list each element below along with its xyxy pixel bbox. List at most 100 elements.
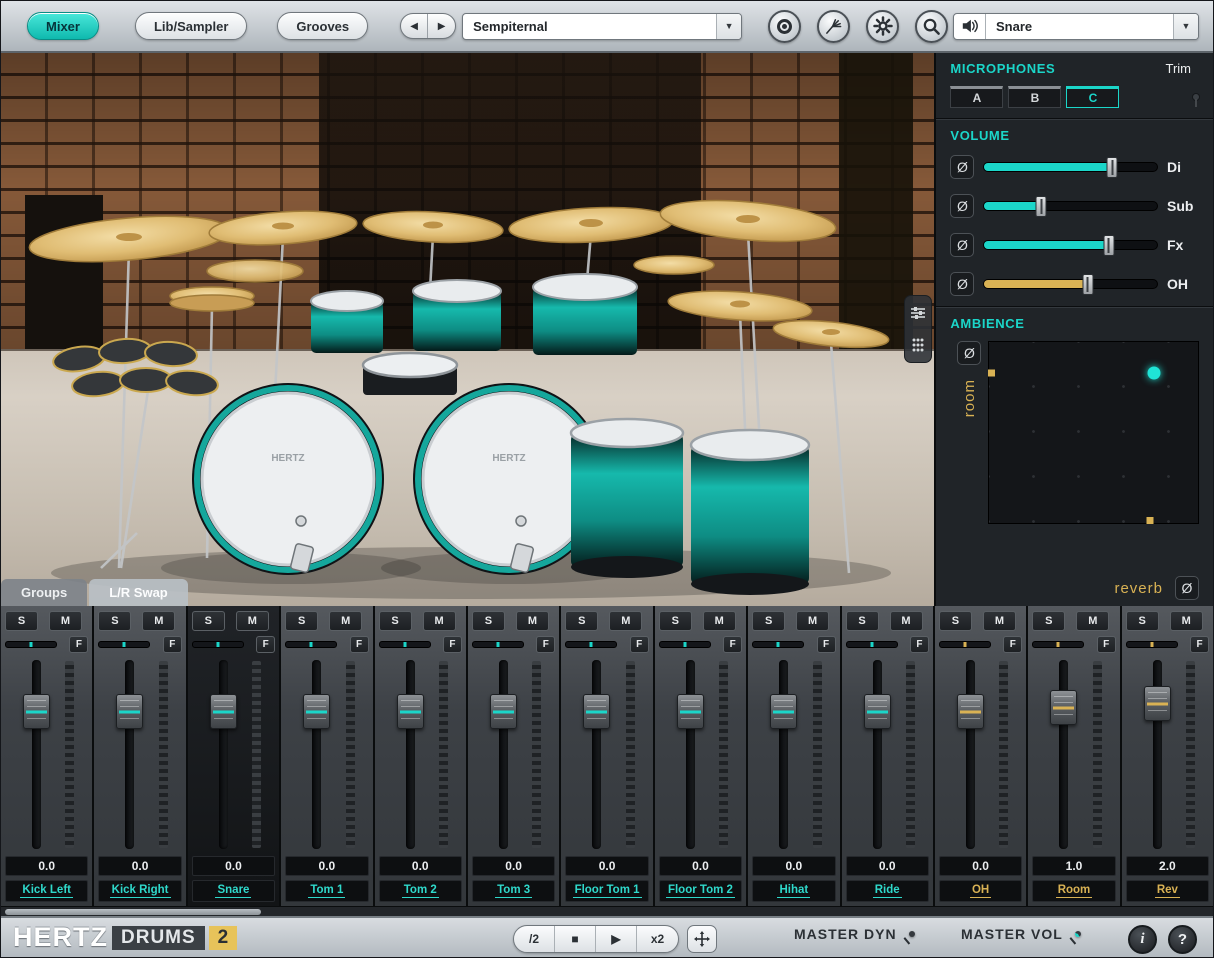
phase-button[interactable]: Ø bbox=[950, 272, 975, 296]
channel-name[interactable]: Kick Left bbox=[5, 880, 89, 902]
fx-button[interactable]: F bbox=[69, 636, 89, 653]
fader-handle[interactable] bbox=[209, 694, 237, 729]
mic-c-button[interactable]: C bbox=[1066, 86, 1120, 108]
fader-track[interactable] bbox=[23, 660, 50, 849]
pads-view-button[interactable] bbox=[907, 332, 929, 358]
rack-toms[interactable] bbox=[310, 273, 638, 355]
pan-slider[interactable] bbox=[98, 641, 151, 648]
record-button[interactable] bbox=[768, 9, 802, 43]
sub-volume-slider[interactable] bbox=[983, 196, 1158, 217]
channel-name[interactable]: Floor Tom 1 bbox=[565, 880, 649, 902]
fader-handle[interactable] bbox=[1050, 690, 1078, 725]
solo-button[interactable]: S bbox=[98, 611, 132, 631]
ambience-dot[interactable] bbox=[1147, 366, 1161, 380]
info-button[interactable]: i bbox=[1128, 925, 1157, 954]
fader-handle[interactable] bbox=[583, 694, 611, 729]
mute-button[interactable]: M bbox=[982, 611, 1016, 631]
channel-name[interactable]: Tom 3 bbox=[471, 880, 556, 902]
fader-track[interactable] bbox=[770, 660, 798, 849]
snare-drum[interactable] bbox=[361, 351, 459, 395]
chevron-down-icon[interactable]: ▼ bbox=[716, 13, 742, 39]
channel-name[interactable]: OH bbox=[938, 880, 1023, 902]
fader-track[interactable] bbox=[956, 660, 984, 849]
fader-track[interactable] bbox=[116, 660, 144, 849]
slider-handle[interactable] bbox=[1035, 196, 1047, 217]
slider-handle[interactable] bbox=[1082, 274, 1094, 295]
solo-button[interactable]: S bbox=[191, 611, 225, 631]
mute-button[interactable]: M bbox=[796, 611, 830, 631]
drag-midi-button[interactable] bbox=[687, 925, 717, 953]
fader-track[interactable] bbox=[583, 660, 611, 849]
phase-button[interactable]: Ø bbox=[950, 194, 975, 218]
mute-button[interactable]: M bbox=[329, 611, 363, 631]
mic-a-button[interactable]: A bbox=[950, 86, 1004, 108]
phase-button[interactable]: Ø bbox=[950, 233, 975, 257]
solo-button[interactable]: S bbox=[752, 611, 786, 631]
fx-button[interactable]: F bbox=[1003, 636, 1023, 653]
solo-button[interactable]: S bbox=[1032, 611, 1066, 631]
channel-name[interactable]: Ride bbox=[845, 880, 929, 902]
oh-volume-slider[interactable] bbox=[983, 274, 1158, 295]
pan-slider[interactable] bbox=[1032, 641, 1085, 648]
pan-slider[interactable] bbox=[5, 641, 57, 648]
fader-handle[interactable] bbox=[676, 694, 704, 729]
mute-button[interactable]: M bbox=[422, 611, 456, 631]
slider-handle[interactable] bbox=[1106, 157, 1118, 178]
fader-track[interactable] bbox=[1050, 660, 1078, 849]
fx-button[interactable]: F bbox=[629, 636, 649, 653]
fx-button[interactable]: F bbox=[909, 636, 929, 653]
fx-button[interactable]: F bbox=[536, 636, 556, 653]
mute-button[interactable]: M bbox=[49, 611, 82, 631]
pan-slider[interactable] bbox=[471, 641, 524, 648]
lib-sampler-tab-button[interactable]: Lib/Sampler bbox=[134, 12, 248, 40]
solo-button[interactable]: S bbox=[378, 611, 412, 631]
pan-slider[interactable] bbox=[1125, 641, 1178, 648]
electronic-pads[interactable] bbox=[52, 337, 220, 398]
mute-button[interactable]: M bbox=[889, 611, 923, 631]
ambience-xy-pad[interactable] bbox=[988, 341, 1199, 524]
fx-button[interactable]: F bbox=[1190, 636, 1210, 653]
tab-lr-swap[interactable]: L/R Swap bbox=[89, 579, 188, 606]
fader-track[interactable] bbox=[303, 660, 331, 849]
grooves-tab-button[interactable]: Grooves bbox=[277, 12, 369, 40]
fader-handle[interactable] bbox=[396, 694, 424, 729]
phase-button[interactable]: Ø bbox=[950, 155, 975, 179]
fx-button[interactable]: F bbox=[256, 636, 276, 653]
pan-slider[interactable] bbox=[658, 641, 711, 648]
next-preset-button[interactable]: ▶ bbox=[428, 14, 455, 38]
fader-track[interactable] bbox=[1143, 660, 1171, 849]
fx-button[interactable]: F bbox=[816, 636, 836, 653]
prev-preset-button[interactable]: ◀ bbox=[401, 14, 429, 38]
fader-handle[interactable] bbox=[303, 694, 331, 729]
mute-button[interactable]: M bbox=[515, 611, 549, 631]
solo-button[interactable]: S bbox=[938, 611, 972, 631]
reverb-phase-button[interactable]: Ø bbox=[1175, 576, 1199, 600]
fader-handle[interactable] bbox=[116, 694, 144, 729]
fader-track[interactable] bbox=[489, 660, 517, 849]
channel-name[interactable]: Rev bbox=[1125, 880, 1210, 902]
mixer-view-button[interactable] bbox=[907, 300, 929, 326]
half-tempo-button[interactable]: /2 bbox=[514, 926, 555, 952]
slider-handle[interactable] bbox=[1103, 235, 1115, 256]
kick-drum-left[interactable]: HERTZ bbox=[192, 383, 384, 575]
fader-handle[interactable] bbox=[23, 694, 50, 729]
search-button[interactable] bbox=[915, 9, 949, 43]
channel-name[interactable]: Floor Tom 2 bbox=[658, 880, 743, 902]
play-button[interactable]: ▶ bbox=[596, 926, 637, 952]
double-tempo-button[interactable]: x2 bbox=[637, 926, 678, 952]
channel-name[interactable]: Tom 2 bbox=[378, 880, 462, 902]
pan-slider[interactable] bbox=[285, 641, 338, 648]
preset-dropdown[interactable]: Sempiternal ▼ bbox=[462, 12, 743, 40]
channel-name[interactable]: Snare bbox=[191, 880, 276, 902]
solo-button[interactable]: S bbox=[565, 611, 599, 631]
chevron-down-icon[interactable]: ▼ bbox=[1173, 13, 1198, 39]
mute-button[interactable]: M bbox=[702, 611, 736, 631]
pan-slider[interactable] bbox=[752, 641, 805, 648]
solo-button[interactable]: S bbox=[5, 611, 38, 631]
fader-handle[interactable] bbox=[1143, 686, 1171, 721]
stop-button[interactable]: ■ bbox=[555, 926, 596, 952]
solo-button[interactable]: S bbox=[1125, 611, 1159, 631]
room-phase-button[interactable]: Ø bbox=[957, 341, 982, 365]
fx-button[interactable]: F bbox=[349, 636, 369, 653]
fader-handle[interactable] bbox=[489, 694, 517, 729]
